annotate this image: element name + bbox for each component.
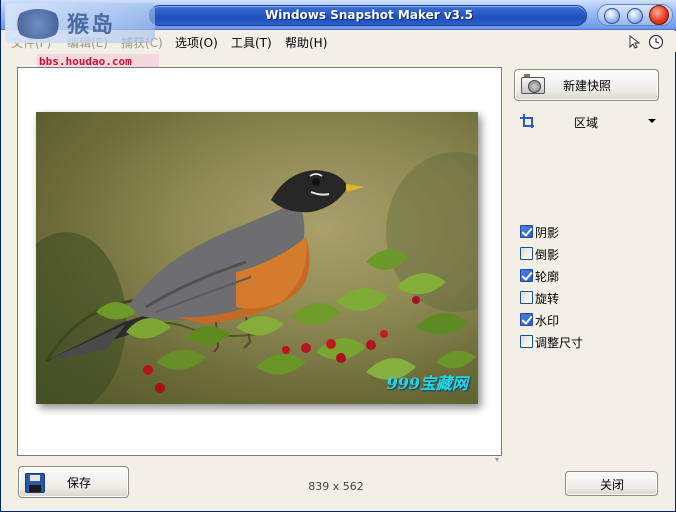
menu-options[interactable]: 选项(O) xyxy=(175,34,218,51)
menu-tools[interactable]: 工具(T) xyxy=(231,34,272,51)
watermark-checkbox[interactable] xyxy=(520,313,533,326)
snapshot-preview: 999宝藏网 xyxy=(17,67,502,456)
watermark-logo: 猴岛 bbs.houdao.com xyxy=(5,3,159,69)
new-snapshot-button[interactable]: 新建快照 xyxy=(514,69,659,101)
shadow-label: 阴影 xyxy=(535,226,560,240)
option-reflection[interactable]: 倒影 xyxy=(519,245,659,262)
image-dimensions: 839 x 562 xyxy=(308,480,364,493)
photo-watermark: 999宝藏网 xyxy=(386,374,468,393)
app-window: Windows Snapshot Maker v3.5 文件(F) 编辑(E) … xyxy=(0,0,676,512)
robin-photo xyxy=(36,152,478,404)
maximize-button[interactable] xyxy=(627,8,643,24)
option-resize[interactable]: 调整尺寸 xyxy=(519,333,659,350)
shadow-checkbox[interactable] xyxy=(520,225,533,238)
clock-icon[interactable] xyxy=(648,34,664,50)
close-button[interactable]: 关闭 xyxy=(565,471,658,496)
option-watermark[interactable]: 水印 xyxy=(519,311,659,328)
resize-label: 调整尺寸 xyxy=(535,336,584,350)
chevron-down-icon[interactable] xyxy=(648,119,656,123)
title-pill: Windows Snapshot Maker v3.5 xyxy=(149,5,587,26)
save-label: 保存 xyxy=(67,476,92,490)
preview-image: 999宝藏网 xyxy=(36,112,478,404)
resize-checkbox[interactable] xyxy=(520,335,533,348)
outline-checkbox[interactable] xyxy=(520,269,533,282)
save-button[interactable]: 保存 xyxy=(18,466,129,498)
reflection-checkbox[interactable] xyxy=(520,247,533,260)
resize-grip-icon[interactable]: ▾ xyxy=(495,456,503,464)
capture-mode-select[interactable]: 区域 xyxy=(516,112,661,132)
camera-icon xyxy=(521,74,545,94)
cursor-icon[interactable] xyxy=(626,34,642,50)
menu-help[interactable]: 帮助(H) xyxy=(285,34,327,51)
option-shadow[interactable]: 阴影 xyxy=(519,223,659,240)
rotate-checkbox[interactable] xyxy=(520,291,533,304)
outline-label: 轮廓 xyxy=(535,270,560,284)
floppy-disk-icon xyxy=(25,473,45,493)
capture-mode-value: 区域 xyxy=(574,116,599,130)
watermark-label: 水印 xyxy=(535,314,560,328)
window-title: Windows Snapshot Maker v3.5 xyxy=(265,8,473,22)
option-rotate[interactable]: 旋转 xyxy=(519,289,659,306)
reflection-label: 倒影 xyxy=(535,248,560,262)
close-label: 关闭 xyxy=(600,478,625,492)
minimize-button[interactable] xyxy=(604,8,620,24)
logo-text: 猴岛 xyxy=(67,12,116,38)
rotate-label: 旋转 xyxy=(535,292,560,306)
logo-emblem xyxy=(13,9,63,39)
window-controls xyxy=(597,4,673,26)
crop-icon xyxy=(520,114,534,128)
option-outline[interactable]: 轮廓 xyxy=(519,267,659,284)
close-window-button[interactable] xyxy=(649,5,669,25)
new-snapshot-label: 新建快照 xyxy=(563,79,612,93)
